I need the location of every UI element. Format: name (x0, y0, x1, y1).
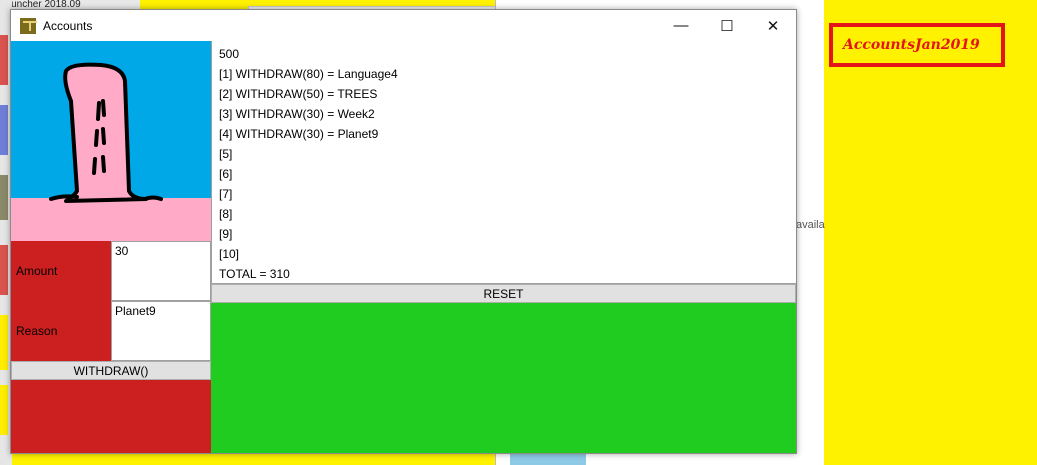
left-panel: Amount 30 Reason Planet9 WITHDRAW() (11, 41, 211, 453)
transaction-log[interactable]: 500 [1] WITHDRAW(80) = Language4 [2] WIT… (211, 41, 796, 284)
log-line: [1] WITHDRAW(80) = Language4 (219, 67, 398, 81)
title-bar[interactable]: Accounts — ☐ ✕ (11, 10, 796, 41)
maximize-button[interactable]: ☐ (704, 10, 750, 41)
background-chip (0, 315, 8, 370)
amount-row: Amount 30 (11, 241, 211, 301)
amount-label: Amount (11, 241, 111, 301)
withdraw-button[interactable]: WITHDRAW() (11, 361, 211, 380)
background-text: availa (796, 219, 825, 231)
right-panel: 500 [1] WITHDRAW(80) = Language4 [2] WIT… (211, 41, 796, 453)
caption-buttons: — ☐ ✕ (658, 10, 796, 41)
stamp-text: AccountsJan2019 (843, 37, 980, 53)
log-line: [10] (219, 247, 240, 261)
accounts-stamp: AccountsJan2019 (829, 23, 1005, 67)
log-line: [6] (219, 167, 233, 181)
client-area: Amount 30 Reason Planet9 WITHDRAW() 500 … (11, 41, 796, 453)
accounts-window: Accounts — ☐ ✕ Amount 30 Reason Planet9 (10, 9, 797, 454)
background-chip (0, 35, 8, 85)
background-chip (0, 385, 8, 435)
background-chip (0, 245, 8, 295)
minimize-button[interactable]: — (658, 10, 704, 41)
close-button[interactable]: ✕ (750, 10, 796, 41)
reason-row: Reason Planet9 (11, 301, 211, 361)
window-title: Accounts (43, 18, 93, 33)
log-total: TOTAL = 310 (219, 267, 290, 281)
reason-input[interactable]: Planet9 (111, 301, 211, 361)
app-icon (20, 17, 36, 34)
log-line: [7] (219, 187, 233, 201)
background-chip (0, 175, 8, 220)
log-line: [2] WITHDRAW(50) = TREES (219, 87, 378, 101)
ground (11, 198, 211, 241)
background-chip (0, 105, 8, 155)
log-line: [8] (219, 207, 233, 221)
log-line: 500 (219, 47, 240, 61)
log-line: [5] (219, 147, 233, 161)
log-line: [4] WITHDRAW(30) = Planet9 (219, 127, 379, 141)
amount-input[interactable]: 30 (111, 241, 211, 301)
reset-button[interactable]: RESET (211, 284, 796, 303)
green-panel (211, 303, 796, 453)
log-line: [3] WITHDRAW(30) = Week2 (219, 107, 375, 121)
reason-label: Reason (11, 301, 111, 361)
log-line: [9] (219, 227, 233, 241)
tower-picture (11, 41, 211, 241)
